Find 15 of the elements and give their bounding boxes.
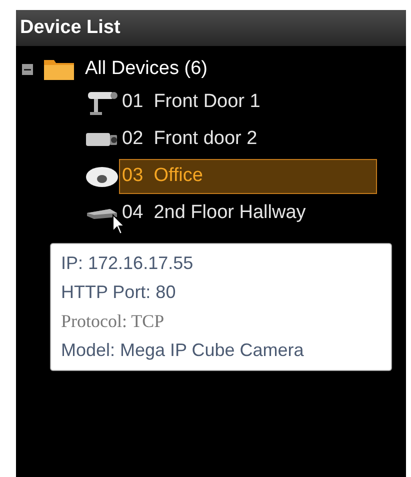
device-item[interactable]: 04 2nd Floor Hallway [119, 196, 309, 231]
device-item[interactable]: 03 Office [119, 159, 377, 194]
bullet-camera-icon [86, 90, 118, 116]
tooltip-line: Model: Mega IP Cube Camera [61, 339, 305, 362]
panel-title: Device List [20, 16, 120, 40]
folder-icon [43, 57, 75, 81]
flat-camera-icon [86, 206, 118, 220]
dome-camera-icon [84, 166, 118, 188]
tree-folder-label[interactable]: All Devices (6) [85, 54, 208, 84]
device-item[interactable]: 01 Front Door 1 [119, 85, 264, 120]
tooltip-line: Protocol: TCP [61, 310, 166, 333]
tooltip-line: IP: 172.16.17.55 [61, 252, 194, 275]
collapse-toggle-icon[interactable] [22, 64, 33, 74]
device-item[interactable]: 02 Front door 2 [119, 122, 260, 157]
tooltip-line: HTTP Port: 80 [61, 281, 177, 304]
